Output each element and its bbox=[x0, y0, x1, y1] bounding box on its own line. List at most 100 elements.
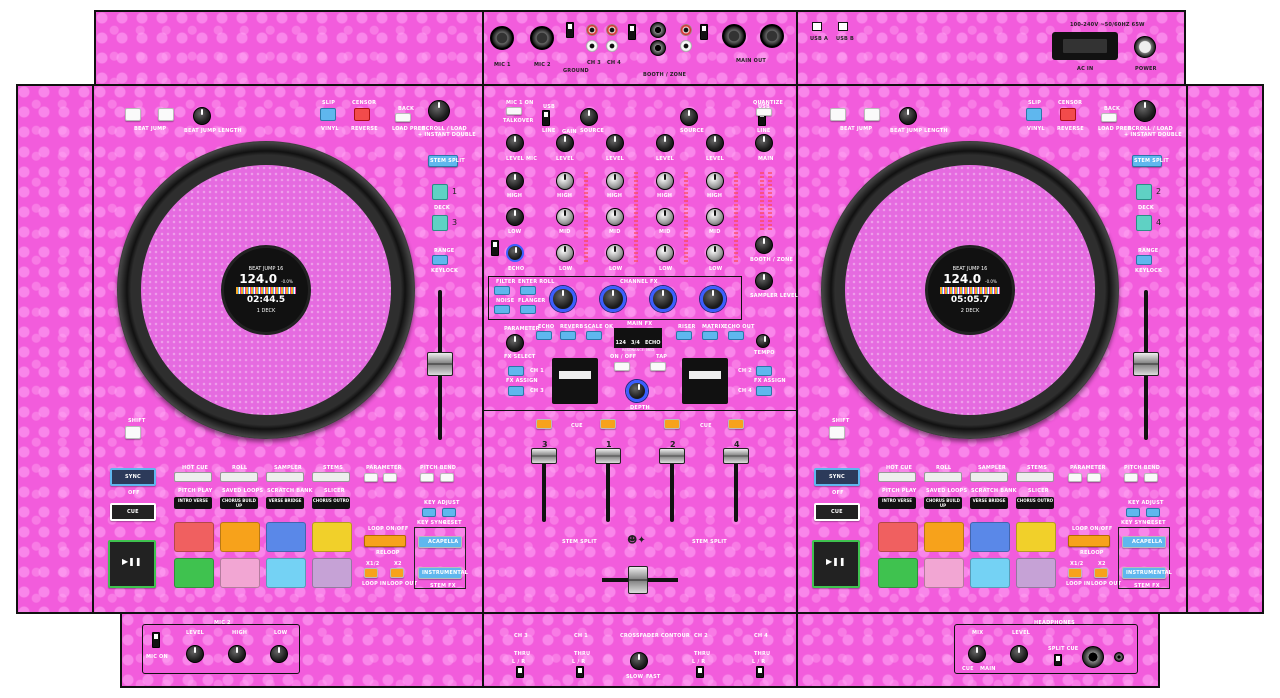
mixer-ch3-source-switch[interactable] bbox=[542, 110, 550, 126]
front-split-cue-switch[interactable] bbox=[1054, 654, 1062, 666]
right-pitch-bend-plus-button[interactable] bbox=[1144, 473, 1158, 482]
right-sub-4-button[interactable]: CHORUS OUTRO bbox=[1016, 497, 1054, 509]
mixer-source-knob-1[interactable] bbox=[580, 108, 598, 126]
left-beat-jump-fwd-button[interactable] bbox=[158, 108, 174, 121]
right-beat-jump-length-knob[interactable] bbox=[899, 107, 917, 125]
mixer-mid-knob-1[interactable] bbox=[606, 208, 624, 226]
mixer-fx-lever-left[interactable] bbox=[552, 358, 598, 404]
right-deck-4-button[interactable] bbox=[1136, 215, 1152, 231]
front-ch1-thru-switch[interactable] bbox=[576, 666, 584, 678]
mixer-high-knob-2[interactable] bbox=[656, 172, 674, 190]
left-sub-4-button[interactable]: CHORUS OUTRO bbox=[312, 497, 350, 509]
mixer-channel-fader-4[interactable] bbox=[723, 448, 749, 464]
left-pad-8[interactable] bbox=[312, 558, 352, 588]
left-hot-cue-button[interactable] bbox=[174, 472, 212, 482]
mixer-high-knob-3[interactable] bbox=[556, 172, 574, 190]
left-deck-1-button[interactable] bbox=[432, 184, 448, 200]
mixer-matrix-button[interactable] bbox=[702, 331, 718, 340]
left-sub-1-button[interactable]: INTRO VERSE bbox=[174, 497, 212, 509]
right-x2-button[interactable] bbox=[1094, 568, 1108, 578]
right-pad-1[interactable] bbox=[878, 522, 918, 552]
mixer-tempo-knob[interactable] bbox=[756, 334, 770, 348]
right-keylock-button[interactable] bbox=[1136, 255, 1152, 265]
mixer-echo-fx-button[interactable] bbox=[536, 331, 552, 340]
left-beat-jump-length-knob[interactable] bbox=[193, 107, 211, 125]
mixer-fx-on-button[interactable] bbox=[614, 362, 630, 371]
right-pad-8[interactable] bbox=[1016, 558, 1056, 588]
mixer-filter-button[interactable] bbox=[494, 286, 510, 295]
left-pitch-bend-plus-button[interactable] bbox=[440, 473, 454, 482]
right-key-sync-button[interactable] bbox=[1126, 508, 1140, 517]
left-back-button[interactable] bbox=[395, 113, 411, 122]
right-deck-2-button[interactable] bbox=[1136, 184, 1152, 200]
left-pad-6[interactable] bbox=[220, 558, 260, 588]
front-mic2-level-knob[interactable] bbox=[186, 645, 204, 663]
left-scroll-load-knob[interactable] bbox=[428, 100, 450, 122]
right-pitch-bend-minus-button[interactable] bbox=[1124, 473, 1138, 482]
left-roll-button[interactable] bbox=[220, 472, 258, 482]
mixer-gain-knob-4[interactable] bbox=[706, 134, 724, 152]
mixer-reverb-button[interactable] bbox=[560, 331, 576, 340]
mixer-depth-knob[interactable] bbox=[626, 380, 648, 402]
mixer-mic-gain-knob[interactable] bbox=[506, 134, 524, 152]
left-loop-onoff-button[interactable] bbox=[364, 535, 406, 547]
mixer-mid-knob-3[interactable] bbox=[556, 208, 574, 226]
ch4-input-switch[interactable] bbox=[628, 24, 636, 40]
mixer-gain-knob-1[interactable] bbox=[606, 134, 624, 152]
mixer-noise-button[interactable] bbox=[494, 305, 510, 314]
left-beat-jump-back-button[interactable] bbox=[125, 108, 141, 121]
front-mic2-high-knob[interactable] bbox=[228, 645, 246, 663]
right-param-plus-button[interactable] bbox=[1087, 473, 1101, 482]
mixer-scale-ok-button[interactable] bbox=[586, 331, 602, 340]
left-pad-2[interactable] bbox=[220, 522, 260, 552]
mixer-echo-out-button[interactable] bbox=[728, 331, 744, 340]
mixer-tap-button[interactable] bbox=[650, 362, 666, 371]
right-beat-jump-back-button[interactable] bbox=[830, 108, 846, 121]
right-pitch-fader[interactable] bbox=[1133, 352, 1159, 376]
right-stems-button[interactable] bbox=[1016, 472, 1054, 482]
mixer-mic-on-button[interactable] bbox=[506, 107, 522, 115]
right-pad-6[interactable] bbox=[924, 558, 964, 588]
left-pad-7[interactable] bbox=[266, 558, 306, 588]
front-ch4-thru-switch[interactable] bbox=[756, 666, 764, 678]
right-hot-cue-button[interactable] bbox=[878, 472, 916, 482]
left-pitch-bend-minus-button[interactable] bbox=[420, 473, 434, 482]
ground-switch[interactable] bbox=[566, 22, 574, 38]
mixer-cue-button-1[interactable] bbox=[600, 419, 616, 429]
mixer-mid-knob-2[interactable] bbox=[656, 208, 674, 226]
main-out-switch[interactable] bbox=[700, 24, 708, 40]
mixer-ch4-fx-button[interactable] bbox=[756, 386, 772, 396]
left-param-plus-button[interactable] bbox=[383, 473, 397, 482]
right-loop-onoff-button[interactable] bbox=[1068, 535, 1110, 547]
right-half-button[interactable] bbox=[1068, 568, 1082, 578]
mixer-channel-fader-3[interactable] bbox=[531, 448, 557, 464]
right-pad-5[interactable] bbox=[878, 558, 918, 588]
mixer-low-knob-2[interactable] bbox=[656, 244, 674, 262]
front-ch2-thru-switch[interactable] bbox=[696, 666, 704, 678]
left-deck-3-button[interactable] bbox=[432, 215, 448, 231]
right-slip-button[interactable] bbox=[1026, 108, 1042, 121]
mixer-low-knob-4[interactable] bbox=[706, 244, 724, 262]
right-back-button[interactable] bbox=[1101, 113, 1117, 122]
mixer-ch1-fx-button[interactable] bbox=[508, 366, 524, 376]
mixer-cue-button-2[interactable] bbox=[664, 419, 680, 429]
mixer-flanger-button[interactable] bbox=[520, 305, 536, 314]
mixer-riser-button[interactable] bbox=[676, 331, 692, 340]
left-x2-button[interactable] bbox=[390, 568, 404, 578]
left-sub-2-button[interactable]: CHORUS BUILD UP bbox=[220, 497, 258, 509]
left-key-sync-button[interactable] bbox=[422, 508, 436, 517]
left-censor-button[interactable] bbox=[354, 108, 370, 121]
front-mic-on-switch[interactable] bbox=[152, 632, 160, 648]
mixer-high-knob-4[interactable] bbox=[706, 172, 724, 190]
mixer-crossfader[interactable] bbox=[628, 566, 648, 594]
mixer-cue-button-4[interactable] bbox=[728, 419, 744, 429]
left-pad-5[interactable] bbox=[174, 558, 214, 588]
mixer-source-knob-2[interactable] bbox=[680, 108, 698, 126]
mixer-main-knob[interactable] bbox=[755, 134, 773, 152]
mixer-cue-button-3[interactable] bbox=[536, 419, 552, 429]
left-pad-1[interactable] bbox=[174, 522, 214, 552]
left-stems-button[interactable] bbox=[312, 472, 350, 482]
mixer-low-knob-1[interactable] bbox=[606, 244, 624, 262]
right-beat-jump-fwd-button[interactable] bbox=[864, 108, 880, 121]
left-pad-3[interactable] bbox=[266, 522, 306, 552]
